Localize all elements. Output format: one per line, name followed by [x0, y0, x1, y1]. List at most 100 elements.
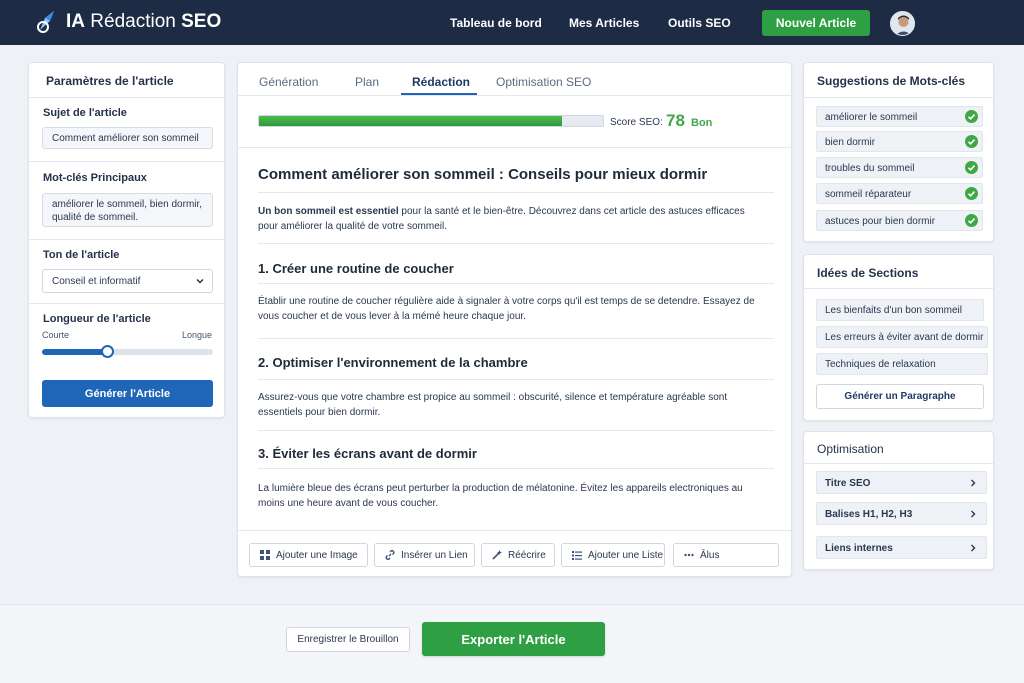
- optimisation-internal-links[interactable]: Liens internes: [816, 536, 987, 559]
- keyword-suggestions-panel: Suggestions de Mots-clés améliorer le so…: [803, 62, 995, 242]
- new-article-button[interactable]: Nouvel Article: [762, 10, 870, 36]
- add-image-button[interactable]: Ajouter une Image: [249, 543, 368, 567]
- rewrite-label: Réécrire: [508, 549, 546, 561]
- article-title: Comment améliorer son sommeil : Conseils…: [258, 166, 708, 183]
- section-heading-2: 2. Optimiser l'environnement de la chamb…: [258, 355, 528, 370]
- section-idea-item[interactable]: Les erreurs à éviter avant de dormir: [816, 326, 988, 348]
- divider: [804, 97, 995, 98]
- tone-value: Conseil et informatif: [52, 276, 141, 287]
- length-max-label: Longue: [181, 330, 212, 340]
- insert-link-button[interactable]: Insérer un Lien: [374, 543, 475, 567]
- tab-generation[interactable]: Génération: [259, 75, 318, 89]
- nav-mes-articles[interactable]: Mes Articles: [569, 16, 639, 30]
- nav-tableau-de-bord[interactable]: Tableau de bord: [450, 16, 542, 30]
- save-draft-button[interactable]: Enregistrer le Brouillon: [286, 627, 410, 652]
- check-circle-icon: [965, 187, 978, 200]
- add-list-button[interactable]: Ajouter une Liste: [561, 543, 665, 567]
- tab-plan[interactable]: Plan: [355, 75, 379, 89]
- action-footer: Enregistrer le Brouillon Exporter l'Arti…: [0, 604, 1024, 683]
- length-slider-fill: [42, 349, 107, 355]
- divider: [804, 463, 995, 464]
- length-slider[interactable]: [42, 345, 213, 358]
- chevron-down-icon: [196, 278, 204, 284]
- chevron-right-icon: [971, 544, 976, 552]
- tab-optimisation-seo[interactable]: Optimisation SEO: [496, 75, 591, 89]
- generate-article-button[interactable]: Générer l'Article: [42, 380, 213, 407]
- section-text-3: La lumière bleue des écrans peut perturb…: [258, 483, 743, 509]
- seo-score-bar: [258, 115, 604, 127]
- length-min-label: Courte: [42, 330, 70, 340]
- keyword-item[interactable]: bien dormir: [816, 131, 983, 152]
- tab-redaction[interactable]: Rédaction: [412, 75, 470, 89]
- optimisation-headings[interactable]: Balises H1, H2, H3: [816, 502, 987, 525]
- keyword-label: améliorer le sommeil: [825, 112, 918, 123]
- optimisation-seo-title[interactable]: Titre SEO: [816, 471, 987, 494]
- section-ideas-panel: Idées de Sections Les bienfaits d'un bon…: [803, 254, 995, 421]
- insert-link-label: Insérer un Lien: [401, 549, 468, 561]
- divider: [258, 468, 774, 469]
- export-article-button[interactable]: Exporter l'Article: [422, 622, 605, 656]
- keyword-label: sommeil réparateur: [825, 189, 912, 200]
- avatar-icon: [891, 12, 914, 35]
- magic-wand-icon: [492, 550, 502, 560]
- divider: [258, 379, 774, 380]
- tone-label: Ton de l'article: [43, 249, 120, 261]
- tone-select[interactable]: Conseil et informatif: [42, 269, 213, 293]
- divider: [258, 192, 774, 193]
- link-icon: [385, 550, 395, 560]
- article-settings-panel: Paramètres de l'article Sujet de l'artic…: [28, 62, 226, 418]
- section-idea-item[interactable]: Les bienfaits d'un bon sommeil: [816, 299, 984, 321]
- more-options-label: Ālus: [700, 549, 720, 561]
- section-text-2: Assurez-vous que votre chambre est propi…: [258, 392, 728, 418]
- keyword-label: bien dormir: [825, 137, 876, 148]
- length-slider-handle[interactable]: [100, 345, 114, 358]
- divider: [29, 97, 226, 98]
- panel-title: Idées de Sections: [817, 266, 919, 280]
- length-label: Longueur de l'article: [43, 313, 151, 325]
- keywords-label: Mot-clés Principaux: [43, 172, 147, 184]
- subject-input[interactable]: Comment améliorer son sommeil: [42, 127, 213, 149]
- rocket-logo-icon: [37, 11, 54, 33]
- more-options-button[interactable]: Ālus: [673, 543, 779, 567]
- section-idea-item[interactable]: Techniques de relaxation: [816, 353, 988, 375]
- add-image-label: Ajouter une Image: [276, 549, 358, 561]
- divider: [29, 239, 226, 240]
- divider: [258, 430, 774, 431]
- article-intro: Un bon sommeil est essentiel pour la san…: [258, 206, 745, 232]
- keyword-item[interactable]: sommeil réparateur: [816, 183, 983, 204]
- keyword-item[interactable]: améliorer le sommeil: [816, 106, 983, 127]
- nav-outils-seo[interactable]: Outils SEO: [668, 16, 731, 30]
- panel-title: Paramètres de l'article: [46, 74, 174, 88]
- optimisation-label: Titre SEO: [825, 478, 871, 489]
- more-dots-icon: [684, 553, 694, 557]
- seo-score-value: 78: [666, 111, 685, 130]
- keyword-item[interactable]: troubles du sommeil: [816, 157, 983, 178]
- image-grid-icon: [260, 550, 270, 560]
- editor-panel: Génération Plan Rédaction Optimisation S…: [237, 62, 793, 577]
- top-bar: IA Rédaction SEO Tableau de bord Mes Art…: [0, 0, 1024, 45]
- optimisation-panel: Optimisation Titre SEO Balises H1, H2, H…: [803, 431, 995, 570]
- section-heading-3: 3. Éviter les écrans avant de dormir: [258, 446, 477, 461]
- keyword-item[interactable]: astuces pour bien dormir: [816, 210, 983, 231]
- chevron-right-icon: [971, 510, 976, 518]
- divider: [238, 95, 793, 96]
- brand-name[interactable]: IA Rédaction SEO: [66, 11, 221, 33]
- section-heading-1: 1. Créer une routine de coucher: [258, 261, 454, 276]
- seo-score-fill: [259, 116, 562, 126]
- divider: [804, 288, 995, 289]
- check-circle-icon: [965, 214, 978, 227]
- check-circle-icon: [965, 161, 978, 174]
- optimisation-label: Liens internes: [825, 543, 893, 554]
- seo-score-label: Score SEO:: [610, 117, 663, 128]
- rewrite-button[interactable]: Réécrire: [481, 543, 555, 567]
- generate-paragraph-button[interactable]: Générer un Paragraphe: [816, 384, 984, 409]
- divider: [238, 530, 793, 531]
- keyword-label: troubles du sommeil: [825, 163, 915, 174]
- keyword-label: astuces pour bien dormir: [825, 216, 936, 227]
- keywords-input[interactable]: améliorer le sommeil, bien dormir, quali…: [42, 193, 213, 227]
- panel-title: Optimisation: [817, 442, 884, 456]
- section-text-1: Établir une routine de coucher régulière…: [258, 296, 755, 322]
- user-avatar[interactable]: [890, 11, 915, 36]
- list-icon: [572, 551, 582, 560]
- divider: [258, 338, 774, 339]
